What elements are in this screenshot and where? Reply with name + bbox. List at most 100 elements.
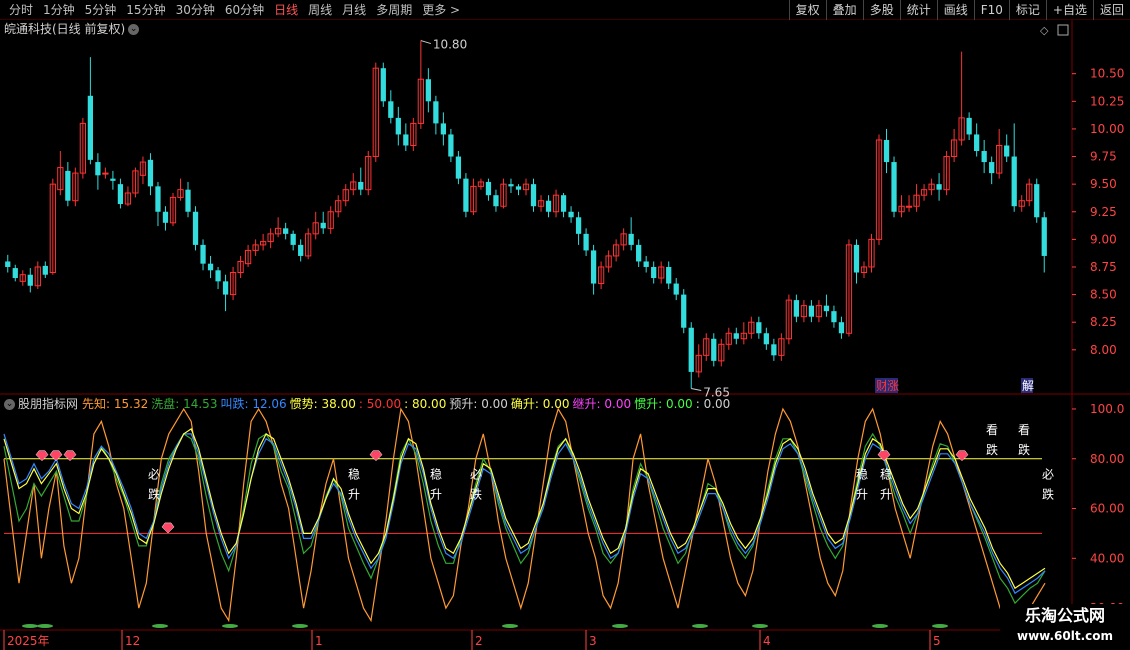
price-tick-label: 9.00 xyxy=(1090,232,1117,246)
indicator-line-先知 xyxy=(3,407,1046,635)
bottom-marker xyxy=(752,624,768,628)
indicator-item-2: 叫跌: 12.06 xyxy=(220,397,286,411)
signal-label: 稳升 xyxy=(430,467,442,502)
toolbar-action-0[interactable]: 复权 xyxy=(788,0,826,20)
bottom-marker xyxy=(22,624,38,628)
x-tick-label: 2 xyxy=(475,634,483,648)
kline-chart[interactable]: 10.5010.2510.009.759.509.259.008.758.508… xyxy=(0,20,1130,650)
candle-body xyxy=(42,265,48,275)
event-marker-zhang: 涨 xyxy=(887,378,899,393)
indicator-item-value: 0.00 xyxy=(538,397,570,411)
candle-body xyxy=(666,266,672,284)
candle-body xyxy=(65,170,71,201)
indicator-item-label: 预升: xyxy=(449,397,478,411)
indicator-item-value: 15.32 xyxy=(110,397,149,411)
candle-body xyxy=(485,181,492,196)
candle-body xyxy=(530,184,537,207)
candle-body xyxy=(463,178,469,212)
toolbar-action-7[interactable]: +自选 xyxy=(1045,0,1093,20)
chevron-down-icon[interactable]: ⌄ xyxy=(128,24,140,35)
candle-body xyxy=(403,134,409,146)
logo-url: www.60lt.com xyxy=(1016,629,1114,643)
price-tick-label: 8.75 xyxy=(1090,260,1117,274)
bottom-marker xyxy=(612,624,628,628)
candle-body xyxy=(110,178,116,181)
high-pointer xyxy=(420,40,431,45)
indicator-name[interactable]: 股朋指标网 xyxy=(18,397,78,411)
bottom-marker xyxy=(692,624,708,628)
candle-body xyxy=(883,139,890,163)
indicator-tick-label: 80.00 xyxy=(1090,452,1124,466)
candle-body xyxy=(966,117,972,135)
toolbar-action-4[interactable]: 画线 xyxy=(936,0,974,20)
indicator-tick-label: 60.00 xyxy=(1090,502,1124,516)
high-price-label: 10.80 xyxy=(433,38,467,52)
indicator-item-10: : 0.00 xyxy=(696,397,731,411)
candle-body xyxy=(455,156,462,179)
candle-body xyxy=(891,162,897,212)
candle-body xyxy=(298,244,304,256)
candle-body xyxy=(974,134,980,152)
indicator-line-叫跌 xyxy=(3,433,1046,595)
candle-body xyxy=(583,233,589,251)
candle-body xyxy=(222,281,229,295)
indicator-item-8: 继升: 0.00 xyxy=(573,397,632,411)
period-tab-2[interactable]: 5分钟 xyxy=(80,2,122,18)
indicator-item-label: 惯势: xyxy=(289,397,318,411)
candle-body xyxy=(763,333,769,345)
indicator-item-3: 惯势: 38.00 xyxy=(290,397,356,411)
candle-body xyxy=(155,186,161,212)
period-tab-7[interactable]: 周线 xyxy=(303,2,337,18)
indicator-item-9: 惯升: 0.00 xyxy=(634,397,693,411)
toolbar-action-3[interactable]: 统计 xyxy=(899,0,937,20)
period-tab-9[interactable]: 多周期 xyxy=(371,2,417,18)
candle-body xyxy=(515,186,522,190)
toolbar-action-1[interactable]: 叠加 xyxy=(825,0,863,20)
period-tab-6[interactable]: 日线 xyxy=(269,2,303,18)
candle-body xyxy=(192,211,199,245)
candle-body xyxy=(651,266,657,279)
indicator-item-value: 0.00 xyxy=(662,397,693,411)
candle-body xyxy=(395,117,401,135)
candle-body xyxy=(508,184,514,187)
toolbar-action-6[interactable]: 标记 xyxy=(1008,0,1046,20)
gem-icon xyxy=(161,522,175,534)
toolbar-action-2[interactable]: 多股 xyxy=(862,0,900,20)
candle-body xyxy=(733,333,739,339)
candle-body xyxy=(493,195,499,207)
indicator-item-value: 12.06 xyxy=(248,397,287,411)
candle-body xyxy=(95,162,101,176)
indicator-item-label: 叫跌: xyxy=(220,397,249,411)
toolbar: 分时 1分钟 5分钟 15分钟 30分钟 60分钟 日线 周线 月线 多周期 更多 > 复权 叠加 多股… xyxy=(0,0,1130,20)
period-tab-5[interactable]: 60分钟 xyxy=(220,2,269,18)
period-tab-8[interactable]: 月线 xyxy=(337,2,371,18)
candle-body xyxy=(711,338,717,361)
price-tick-label: 8.50 xyxy=(1090,288,1117,302)
bottom-marker xyxy=(932,624,948,628)
period-tab-10[interactable]: 更多 > xyxy=(417,2,465,18)
candle-body xyxy=(162,211,169,223)
candle-body xyxy=(643,261,649,267)
candle-body xyxy=(989,162,995,174)
candle-body xyxy=(831,311,837,323)
indicator-item-label: 惯升: xyxy=(634,397,663,411)
period-tab-3[interactable]: 15分钟 xyxy=(121,2,170,18)
price-tick-label: 9.75 xyxy=(1090,150,1117,164)
candle-body xyxy=(568,211,574,218)
indicator-item-value: 50.00 xyxy=(362,397,402,411)
indicator-item-0: 先知: 15.32 xyxy=(82,397,148,411)
stock-title[interactable]: 皖通科技(日线 前复权) ⌄ xyxy=(4,22,140,36)
candle-body xyxy=(1034,184,1040,218)
candle-body xyxy=(590,250,597,284)
bottom-marker xyxy=(222,624,238,628)
signal-label: 必跌 xyxy=(1042,468,1054,502)
toolbar-action-5[interactable]: F10 xyxy=(973,0,1009,20)
chevron-down-icon[interactable]: ⌄ xyxy=(4,399,15,410)
toolbar-action-8[interactable]: 返回 xyxy=(1092,0,1130,20)
period-tab-0[interactable]: 分时 xyxy=(4,2,38,18)
bottom-marker xyxy=(502,624,518,628)
period-tab-1[interactable]: 1分钟 xyxy=(38,2,80,18)
period-tab-4[interactable]: 30分钟 xyxy=(171,2,220,18)
low-pointer xyxy=(691,387,702,391)
candle-body xyxy=(838,322,845,334)
